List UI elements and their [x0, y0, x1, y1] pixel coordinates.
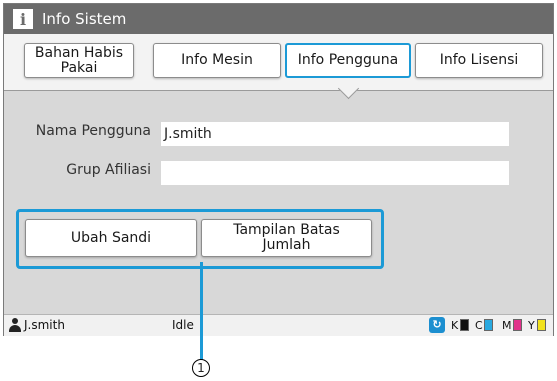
system-info-panel: i Info Sistem Bahan Habis Pakai Info Mes… [3, 3, 554, 336]
status-state: Idle [172, 318, 194, 332]
ink-y-swatch [537, 319, 546, 331]
user-icon [9, 318, 21, 332]
tab-consumables[interactable]: Bahan Habis Pakai [24, 43, 134, 78]
ink-k-swatch [460, 319, 469, 331]
callout-line [200, 262, 203, 360]
ink-m-swatch [513, 319, 522, 331]
tab-license-info[interactable]: Info Lisensi [415, 43, 543, 78]
ink-m-label: M [502, 319, 512, 332]
ink-c-swatch [484, 319, 493, 331]
ink-c-label: C [475, 319, 483, 332]
window-title: Info Sistem [42, 10, 127, 28]
info-icon: i [13, 9, 33, 29]
change-password-button[interactable]: Ubah Sandi [25, 219, 197, 257]
status-user-name: J.smith [24, 318, 65, 332]
ink-k-label: K [451, 319, 459, 332]
user-name-field: J.smith [161, 122, 509, 146]
tab-user-info[interactable]: Info Pengguna [285, 43, 411, 78]
tab-machine-info[interactable]: Info Mesin [153, 43, 281, 78]
title-bar: i Info Sistem [4, 4, 553, 34]
ink-y-label: Y [528, 319, 535, 332]
tab-bar: Bahan Habis Pakai Info Mesin Info Penggu… [4, 34, 553, 91]
group-field [161, 161, 509, 185]
show-limit-button[interactable]: Tampilan Batas Jumlah [201, 219, 372, 257]
network-icon[interactable]: ↻ [429, 317, 445, 333]
user-name-label: Nama Pengguna [35, 123, 151, 139]
callout-number: 1 [192, 359, 210, 377]
group-label: Grup Afiliasi [66, 162, 151, 178]
status-bar: J.smith Idle ↻ K C M Y [4, 314, 553, 336]
